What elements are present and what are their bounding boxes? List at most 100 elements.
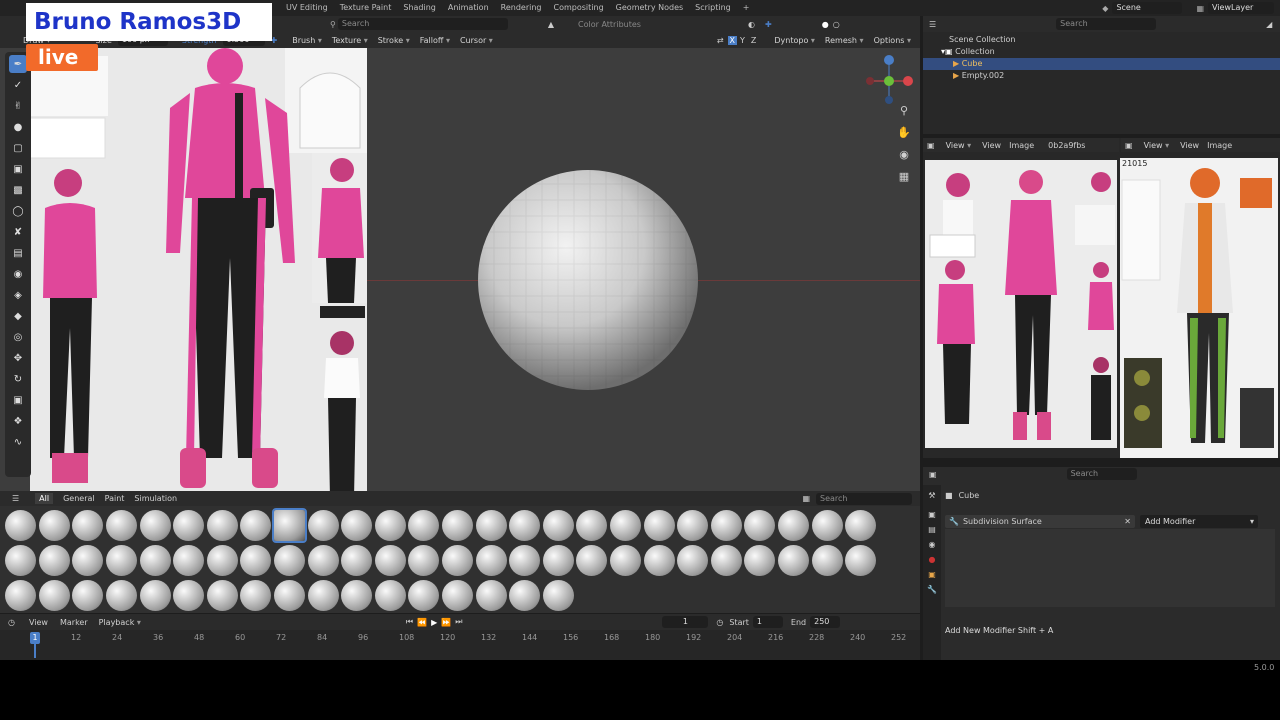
timeline-editor-icon[interactable]: ◷ — [8, 618, 15, 627]
brush-asset-thumbnail[interactable] — [643, 510, 675, 541]
outliner-editor-icon[interactable]: ☰ — [929, 20, 936, 29]
add-workspace-button[interactable]: + — [737, 0, 756, 16]
color-filter-tool-icon[interactable]: ◆ — [9, 307, 27, 325]
cloth-filter-tool-icon[interactable]: ◈ — [9, 286, 27, 304]
scene-tab-icon[interactable]: ◉ — [923, 540, 941, 549]
brush-asset-thumbnail[interactable] — [576, 510, 608, 541]
brush-asset-thumbnail[interactable] — [777, 545, 809, 576]
brush-asset-thumbnail[interactable] — [374, 545, 406, 576]
remesh-menu[interactable]: Remesh — [820, 36, 869, 45]
brush-asset-thumbnail[interactable] — [744, 545, 776, 576]
scene-selector[interactable]: Scene — [1112, 2, 1183, 14]
brush-asset-thumbnail[interactable] — [777, 510, 809, 541]
brush-asset-thumbnail[interactable] — [139, 545, 171, 576]
color-attributes-dropdown[interactable]: Color Attributes — [578, 20, 658, 29]
smooth-tool-icon[interactable]: ✓ — [9, 76, 27, 94]
tab-scripting[interactable]: Scripting — [689, 0, 737, 16]
remove-modifier-icon[interactable]: ✕ — [1124, 517, 1131, 526]
axis-x-toggle[interactable]: X — [727, 35, 738, 45]
mesh-filter-tool-icon[interactable]: ◉ — [9, 265, 27, 283]
jump-end-icon[interactable]: ⏭ — [455, 617, 462, 627]
shield-icon[interactable]: ▲ — [548, 20, 554, 29]
timeline-playback-menu[interactable]: Playback — [94, 618, 146, 627]
brush-asset-thumbnail[interactable] — [643, 545, 675, 576]
tool-tab-icon[interactable]: ⚒ — [923, 491, 941, 500]
brush-asset-thumbnail[interactable] — [38, 510, 70, 541]
asset-tab-paint[interactable]: Paint — [105, 494, 125, 503]
brush-asset-thumbnail[interactable] — [307, 545, 339, 576]
scale-tool-icon[interactable]: ▣ — [9, 391, 27, 409]
end-frame-field[interactable]: 250 — [810, 616, 841, 628]
brush-asset-thumbnail[interactable] — [173, 510, 205, 541]
brush-asset-thumbnail[interactable] — [542, 545, 574, 576]
brush-menu[interactable]: Brush — [287, 36, 327, 45]
cursor-menu[interactable]: Cursor — [455, 36, 498, 45]
draw-brush-tool-icon[interactable]: ✒ — [9, 55, 27, 73]
image-editor-1-view-menu[interactable]: View — [982, 141, 1001, 150]
brush-asset-thumbnail[interactable] — [509, 580, 541, 611]
outliner-empty[interactable]: ▶ Empty.002 — [923, 70, 1280, 82]
start-frame-field[interactable]: 1 — [752, 616, 783, 628]
render-tab-icon[interactable]: ▣ — [923, 510, 941, 519]
brush-asset-thumbnail[interactable] — [106, 510, 138, 541]
output-tab-icon[interactable]: ▤ — [923, 525, 941, 534]
brush-asset-thumbnail[interactable] — [374, 580, 406, 611]
box-mask-tool-icon[interactable]: ▣ — [9, 160, 27, 178]
brush-asset-thumbnail[interactable] — [307, 510, 339, 541]
brush-asset-thumbnail[interactable] — [542, 580, 574, 611]
asset-search-input[interactable]: Search — [816, 492, 912, 505]
rotate-tool-icon[interactable]: ↻ — [9, 370, 27, 388]
stroke-menu[interactable]: Stroke — [373, 36, 415, 45]
brush-asset-thumbnail[interactable] — [240, 510, 272, 541]
brush-asset-thumbnail[interactable] — [173, 580, 205, 611]
modifier-tab-icon[interactable]: 🔧 — [923, 585, 941, 594]
play-icon[interactable]: ▶ — [431, 618, 437, 627]
brush-asset-thumbnail[interactable] — [408, 510, 440, 541]
timeline-marker-menu[interactable]: Marker — [60, 618, 88, 627]
gizmo-icon[interactable]: ✚ — [765, 20, 772, 29]
brush-asset-thumbnail[interactable] — [173, 545, 205, 576]
grid-view-icon[interactable]: ▦ — [896, 170, 912, 186]
next-key-icon[interactable]: ⏩ — [441, 618, 451, 627]
tab-compositing[interactable]: Compositing — [548, 0, 610, 16]
sculpt-sphere[interactable] — [478, 168, 704, 394]
image-editor-1-icon[interactable]: ▣ — [927, 141, 935, 150]
dyntopo-menu[interactable]: Dyntopo — [769, 36, 820, 45]
navigation-gizmo[interactable] — [862, 54, 916, 108]
camera-icon[interactable]: ◉ — [896, 148, 912, 164]
brush-asset-thumbnail[interactable] — [811, 510, 843, 541]
tab-shading[interactable]: Shading — [397, 0, 442, 16]
timeline-view-menu[interactable]: View — [29, 618, 48, 627]
move-tool-icon[interactable]: ✥ — [9, 349, 27, 367]
brush-asset-thumbnail[interactable] — [475, 580, 507, 611]
brush-asset-thumbnail[interactable] — [38, 545, 70, 576]
brush-asset-thumbnail[interactable] — [72, 545, 104, 576]
brush-asset-thumbnail[interactable] — [38, 580, 70, 611]
image-editor-2-icon[interactable]: ▣ — [1125, 141, 1133, 150]
viewport-search-input[interactable]: Search — [337, 18, 508, 30]
brush-asset-thumbnail[interactable] — [677, 545, 709, 576]
image-editor-2-image-menu[interactable]: Image — [1207, 141, 1232, 150]
paint-tool-icon[interactable]: ● — [9, 118, 27, 136]
brush-asset-thumbnail[interactable] — [206, 580, 238, 611]
3d-viewport[interactable] — [0, 48, 920, 491]
world-tab-icon[interactable]: ● — [923, 555, 941, 564]
tab-uv-editing[interactable]: UV Editing — [280, 0, 334, 16]
mask-tool-icon[interactable]: ▢ — [9, 139, 27, 157]
brush-asset-thumbnail[interactable] — [5, 510, 37, 541]
brush-asset-thumbnail[interactable] — [72, 580, 104, 611]
display-options-icon[interactable]: ▦ — [802, 494, 810, 503]
brush-asset-thumbnail[interactable] — [206, 545, 238, 576]
brush-asset-thumbnail[interactable] — [5, 545, 37, 576]
filter-icon[interactable]: ◢ — [1266, 20, 1272, 29]
brush-asset-thumbnail[interactable] — [341, 580, 373, 611]
brush-asset-thumbnail[interactable] — [374, 510, 406, 541]
brush-asset-thumbnail[interactable] — [274, 580, 306, 611]
hamburger-menu-icon[interactable]: ☰ — [12, 494, 19, 503]
tab-geometry-nodes[interactable]: Geometry Nodes — [610, 0, 689, 16]
lasso-tool-icon[interactable]: ◯ — [9, 202, 27, 220]
pan-hand-icon[interactable]: ✋ — [896, 126, 912, 142]
brush-asset-thumbnail[interactable] — [274, 545, 306, 576]
symmetry-icon[interactable]: ⇄ — [717, 36, 724, 45]
brush-asset-thumbnail[interactable] — [5, 580, 37, 611]
